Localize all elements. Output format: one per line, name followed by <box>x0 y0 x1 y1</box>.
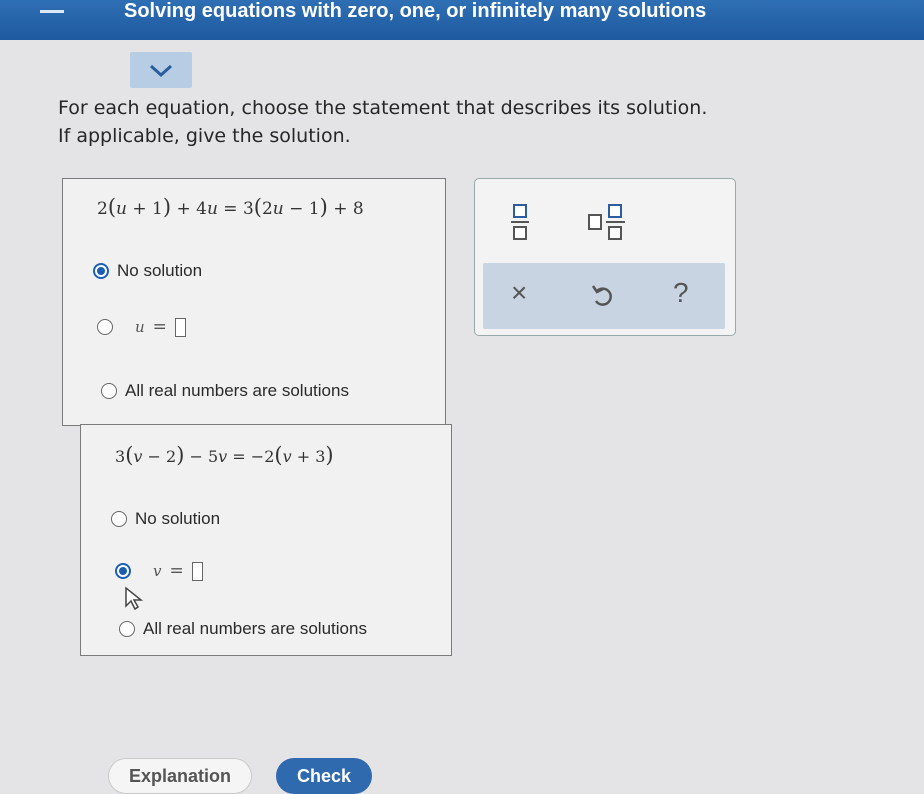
problem-2-option-value[interactable]: v = <box>115 561 203 581</box>
toolbox-actions: × ? <box>483 263 725 329</box>
radio-icon[interactable] <box>101 383 117 399</box>
problem-1-equation: 2(u + 1) + 4u = 3(2u − 1) + 8 <box>97 195 364 219</box>
answer-input[interactable] <box>191 561 203 581</box>
problem-1-option-no-solution[interactable]: No solution <box>93 261 202 281</box>
check-button[interactable]: Check <box>276 758 372 794</box>
radio-icon[interactable] <box>97 319 113 335</box>
fraction-icon[interactable] <box>509 203 531 241</box>
explanation-button[interactable]: Explanation <box>108 758 252 794</box>
instructions-line-2: If applicable, give the solution. <box>58 125 351 147</box>
variable-label: v <box>153 562 162 580</box>
problem-1-option-value[interactable]: u = <box>97 317 186 337</box>
mouse-cursor-icon <box>125 586 144 611</box>
instructions: For each equation, choose the statement … <box>58 94 707 150</box>
answer-input[interactable] <box>174 317 186 337</box>
collapse-toggle-button[interactable] <box>130 52 192 88</box>
radio-icon[interactable] <box>111 511 127 527</box>
mixed-number-icon[interactable] <box>587 203 627 241</box>
math-toolbox: × ? <box>474 178 736 336</box>
clear-button[interactable]: × <box>511 277 527 309</box>
variable-label: u <box>135 318 145 336</box>
radio-selected-icon[interactable] <box>93 263 109 279</box>
option-label: No solution <box>117 261 203 280</box>
problem-2-panel: 3(v − 2) − 5v = −2(v + 3) No solution v … <box>80 424 452 656</box>
menu-dash-icon[interactable] <box>40 10 64 13</box>
problem-2-equation: 3(v − 2) − 5v = −2(v + 3) <box>115 443 334 467</box>
page-title: Solving equations with zero, one, or inf… <box>124 0 707 22</box>
equals-sign: = <box>169 561 184 581</box>
option-label: No solution <box>135 509 221 528</box>
problem-1-panel: 2(u + 1) + 4u = 3(2u − 1) + 8 No solutio… <box>62 178 446 426</box>
instructions-line-1: For each equation, choose the statement … <box>58 97 708 119</box>
problem-2-option-all-real[interactable]: All real numbers are solutions <box>119 619 367 639</box>
undo-icon[interactable] <box>591 283 615 309</box>
option-label: All real numbers are solutions <box>143 619 367 638</box>
equals-sign: = <box>152 317 167 337</box>
radio-icon[interactable] <box>119 621 135 637</box>
radio-selected-icon[interactable] <box>115 563 131 579</box>
chevron-down-icon <box>149 64 173 78</box>
top-bar: Solving equations with zero, one, or inf… <box>0 0 924 40</box>
problem-1-option-all-real[interactable]: All real numbers are solutions <box>101 381 349 401</box>
problem-2-option-no-solution[interactable]: No solution <box>111 509 220 529</box>
option-label: All real numbers are solutions <box>125 381 349 400</box>
help-button[interactable]: ? <box>673 277 689 309</box>
